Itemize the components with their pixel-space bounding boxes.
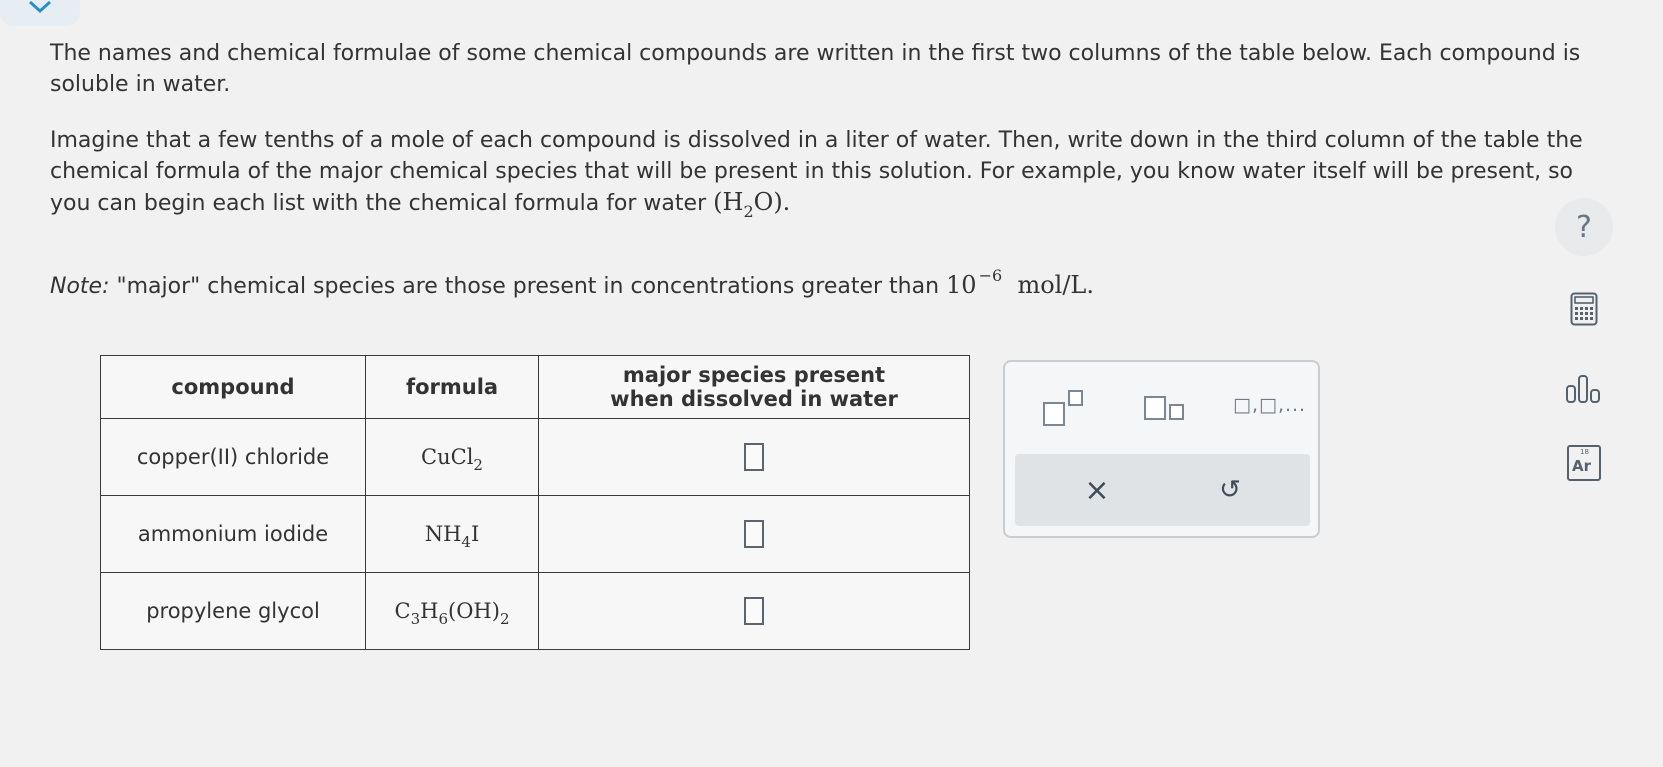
compound-formula: CuCl2 xyxy=(365,418,539,496)
compound-formula: C3H6(OH)2 xyxy=(365,572,539,650)
calculator-icon xyxy=(1570,292,1598,326)
header-major-species: major species present when dissolved in … xyxy=(538,355,970,419)
data-chart-button[interactable] xyxy=(1555,360,1613,418)
math-input-toolbar: □,□,... × ↺ xyxy=(1003,360,1320,538)
question-icon: ? xyxy=(1576,209,1592,245)
table-row: propylene glycol C3H6(OH)2 xyxy=(100,572,970,650)
list-button[interactable]: □,□,... xyxy=(1233,394,1306,428)
compound-name: ammonium iodide xyxy=(100,495,366,573)
bar-chart-icon xyxy=(1566,375,1600,403)
major-species-cell[interactable] xyxy=(538,418,970,496)
table-header-row: compound formula major species present w… xyxy=(100,355,970,419)
major-species-cell[interactable] xyxy=(538,572,970,650)
compounds-table: compound formula major species present w… xyxy=(100,355,970,650)
header-compound: compound xyxy=(100,355,366,419)
compound-name: copper(II) chloride xyxy=(100,418,366,496)
water-formula: (H2O). xyxy=(713,188,791,221)
table-row: ammonium iodide NH4I xyxy=(100,495,970,573)
collapse-tab[interactable] xyxy=(0,0,80,26)
help-button[interactable]: ? xyxy=(1555,198,1613,256)
compound-formula: NH4I xyxy=(365,495,539,573)
superscript-button[interactable] xyxy=(1043,390,1083,426)
note-paragraph: Note: "major" chemical species are those… xyxy=(50,266,1094,303)
subscript-icon xyxy=(1144,390,1184,420)
undo-icon: ↺ xyxy=(1219,475,1241,505)
instruction-paragraph: Imagine that a few tenths of a mole of e… xyxy=(50,125,1600,221)
clear-button[interactable]: × xyxy=(1077,470,1117,510)
answer-input[interactable] xyxy=(744,597,764,625)
answer-input[interactable] xyxy=(744,520,764,548)
subscript-button[interactable] xyxy=(1144,390,1184,424)
calculator-button[interactable] xyxy=(1555,280,1613,338)
table-row: copper(II) chloride CuCl2 xyxy=(100,418,970,496)
answer-input[interactable] xyxy=(744,443,764,471)
major-species-cell[interactable] xyxy=(538,495,970,573)
chevron-down-icon xyxy=(28,0,52,14)
list-icon: □,□,... xyxy=(1233,394,1307,416)
compound-name: propylene glycol xyxy=(100,572,366,650)
undo-button[interactable]: ↺ xyxy=(1210,470,1250,510)
close-icon: × xyxy=(1084,472,1110,508)
action-bar: × ↺ xyxy=(1015,454,1310,526)
periodic-table-button[interactable]: 18 Ar xyxy=(1555,434,1613,492)
instruction-text: Imagine that a few tenths of a mole of e… xyxy=(50,128,1583,216)
header-formula: formula xyxy=(365,355,539,419)
note-text: "major" chemical species are those prese… xyxy=(109,274,947,299)
concentration-threshold: 10 −6 mol/L. xyxy=(946,266,1094,299)
periodic-table-icon: 18 Ar xyxy=(1567,445,1601,481)
intro-paragraph: The names and chemical formulae of some … xyxy=(50,41,1581,97)
superscript-icon xyxy=(1043,390,1083,426)
note-label: Note: xyxy=(50,274,110,299)
